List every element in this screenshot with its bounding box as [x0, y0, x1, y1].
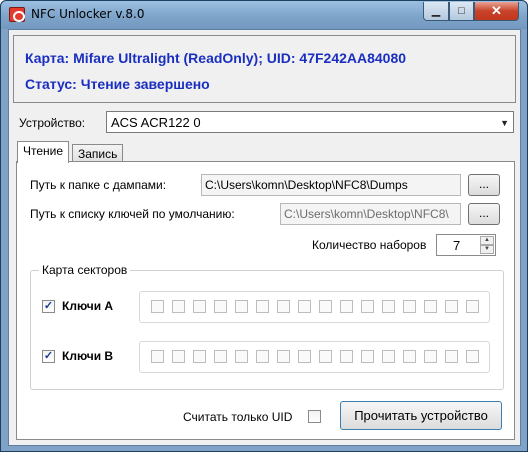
app-icon: [9, 7, 25, 22]
keys-b-label: Ключи B: [62, 349, 114, 363]
keys-a-sector-4: [235, 300, 248, 313]
keys-a-sector-15: [466, 300, 479, 313]
close-button[interactable]: ✕: [474, 2, 519, 21]
keys-b-sector-13: [424, 350, 437, 363]
browse-keys-button[interactable]: ...: [468, 203, 500, 225]
keys-b-sector-14: [445, 350, 458, 363]
sector-map-group: Карта секторов ✓ Ключи A ✓ Ключи B: [30, 263, 504, 390]
keys-b-checkbox[interactable]: ✓: [42, 350, 55, 363]
keys-b-sector-9: [340, 350, 353, 363]
keys-a-sector-12: [403, 300, 416, 313]
spin-up-icon[interactable]: ▲: [480, 236, 494, 245]
keys-a-sector-13: [424, 300, 437, 313]
keys-a-sector-5: [256, 300, 269, 313]
keys-b-sector-7: [298, 350, 311, 363]
keys-b-sector-5: [256, 350, 269, 363]
keys-b-sector-11: [382, 350, 395, 363]
window-title: NFC Unlocker v.8.0: [31, 7, 145, 21]
keys-b-sector-0: [151, 350, 164, 363]
app-window: NFC Unlocker v.8.0 ▁ □ ✕ Карта: Mifare U…: [0, 0, 528, 452]
keys-b-sector-10: [361, 350, 374, 363]
client-area: Карта: Mifare Ultralight (ReadOnly); UID…: [8, 29, 521, 446]
device-label: Устройство:: [19, 116, 86, 130]
read-device-button[interactable]: Прочитать устройство: [340, 401, 502, 430]
keys-list-label: Путь к списку ключей по умолчанию:: [30, 207, 235, 221]
chevron-down-icon[interactable]: ▼: [500, 118, 509, 128]
keys-a-sector-6: [277, 300, 290, 313]
uid-only-label: Считать только UID: [183, 410, 293, 424]
card-info-text: Карта: Mifare Ultralight (ReadOnly); UID…: [25, 50, 407, 66]
keys-a-sector-0: [151, 300, 164, 313]
title-bar[interactable]: NFC Unlocker v.8.0 ▁ □ ✕: [1, 1, 527, 29]
keys-list-field[interactable]: C:\Users\komn\Desktop\NFC8\: [280, 203, 461, 225]
spin-down-icon[interactable]: ▼: [480, 245, 494, 254]
keys-a-sector-3: [214, 300, 227, 313]
dumps-folder-field[interactable]: C:\Users\komn\Desktop\NFC8\Dumps: [201, 174, 461, 196]
keys-a-sector-8: [319, 300, 332, 313]
keys-a-sector-row: [139, 291, 490, 323]
status-text: Статус: Чтение завершено: [25, 76, 210, 92]
info-panel: Карта: Mifare Ultralight (ReadOnly); UID…: [13, 35, 516, 103]
sets-count-stepper[interactable]: 7 ▲ ▼: [436, 234, 496, 256]
keys-b-sector-6: [277, 350, 290, 363]
uid-only-checkbox[interactable]: [308, 410, 321, 423]
keys-b-sector-15: [466, 350, 479, 363]
device-select[interactable]: ACS ACR122 0 ▼: [106, 111, 514, 133]
keys-a-sector-7: [298, 300, 311, 313]
browse-dumps-button[interactable]: ...: [468, 174, 500, 196]
keys-a-sector-11: [382, 300, 395, 313]
sets-count-value: 7: [453, 238, 461, 253]
keys-b-sector-4: [235, 350, 248, 363]
keys-a-sector-14: [445, 300, 458, 313]
keys-b-sector-2: [193, 350, 206, 363]
keys-a-sector-1: [172, 300, 185, 313]
keys-a-label: Ключи A: [62, 299, 114, 313]
keys-a-checkbox[interactable]: ✓: [42, 300, 55, 313]
tab-read[interactable]: Чтение: [17, 141, 70, 163]
maximize-button[interactable]: □: [449, 2, 474, 21]
dumps-folder-label: Путь к папке с дампами:: [30, 178, 167, 192]
keys-b-sector-row: [139, 341, 490, 373]
keys-b-sector-8: [319, 350, 332, 363]
sector-map-legend: Карта секторов: [39, 263, 131, 277]
keys-b-sector-3: [214, 350, 227, 363]
keys-a-sector-9: [340, 300, 353, 313]
keys-b-sector-12: [403, 350, 416, 363]
device-select-value: ACS ACR122 0: [111, 115, 201, 130]
keys-b-sector-1: [172, 350, 185, 363]
minimize-button[interactable]: ▁: [423, 2, 449, 21]
sets-count-label: Количество наборов: [312, 238, 427, 252]
keys-a-sector-2: [193, 300, 206, 313]
keys-a-sector-10: [361, 300, 374, 313]
